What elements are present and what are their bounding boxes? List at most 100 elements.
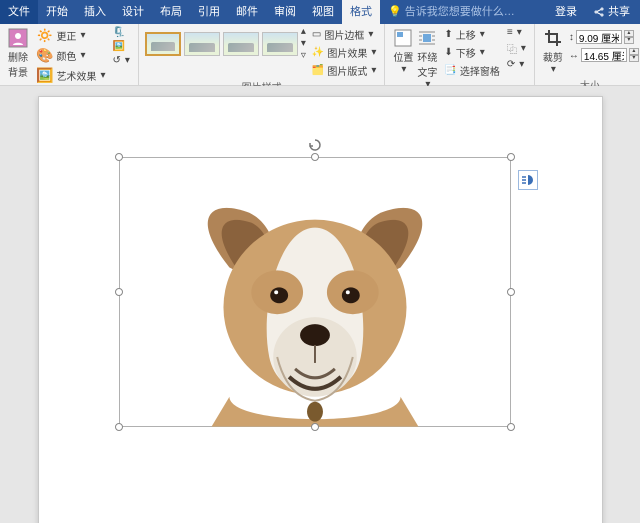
selection-pane-label: 选择窗格 xyxy=(460,63,500,78)
tab-home[interactable]: 开始 xyxy=(38,0,76,24)
resize-handle-bl[interactable] xyxy=(115,423,123,431)
align-button[interactable]: ≡▾ xyxy=(505,26,528,39)
reset-picture-button[interactable]: ↺▾ xyxy=(110,54,131,67)
remove-background-button[interactable]: 删除背景 xyxy=(6,26,30,81)
send-backward-button[interactable]: ⬇下移▾ xyxy=(442,44,501,61)
selection-pane-icon: 📑 xyxy=(444,65,456,76)
selection-pane-button[interactable]: 📑 选择窗格 xyxy=(442,62,501,79)
position-button[interactable]: 位置 ▾ xyxy=(391,26,415,77)
picture-style-4[interactable] xyxy=(262,32,298,56)
chevron-down-icon: ▾ xyxy=(368,29,373,40)
more-icon: ▿ xyxy=(301,50,306,61)
resize-handle-tl[interactable] xyxy=(115,153,123,161)
chevron-down-icon: ▾ xyxy=(401,64,406,75)
wrap-text-button[interactable]: 环绕文字 ▾ xyxy=(415,26,439,92)
group-picture-styles: ▴ ▾ ▿ ▭ 图片边框 ▾ ✨ 图片效果 ▾ 🗂️ 图片版式 xyxy=(139,24,386,85)
border-label: 图片边框 xyxy=(324,27,364,42)
tab-design[interactable]: 设计 xyxy=(114,0,152,24)
picture-layout-button[interactable]: 🗂️ 图片版式 ▾ xyxy=(310,62,378,79)
styles-scroll-down[interactable]: ▾ xyxy=(301,38,306,49)
layout-options-button[interactable] xyxy=(518,170,538,190)
height-input[interactable] xyxy=(576,30,622,44)
layout-options-icon xyxy=(521,173,535,187)
chevron-down-icon: ▾ xyxy=(517,27,522,38)
tell-me-label: 告诉我您想要做什么… xyxy=(405,0,515,24)
crop-label: 裁剪 xyxy=(543,49,563,64)
chevron-down-icon: ▾ xyxy=(521,43,526,54)
width-down[interactable]: ▾ xyxy=(629,55,639,62)
chevron-down-icon: ▾ xyxy=(371,65,376,76)
wrap-icon xyxy=(417,28,437,48)
tell-me[interactable]: 💡 告诉我您想要做什么… xyxy=(380,0,523,24)
ribbon: 删除背景 🔅 更正 ▾ 🎨 颜色 ▾ 🖼️ 艺术效果 ▾ xyxy=(0,24,640,86)
chevron-down-icon: ▾ xyxy=(519,59,524,70)
width-up[interactable]: ▴ xyxy=(629,48,639,55)
crop-icon xyxy=(543,28,563,48)
resize-handle-t[interactable] xyxy=(311,153,319,161)
width-input[interactable] xyxy=(581,48,627,62)
tab-view[interactable]: 视图 xyxy=(304,0,342,24)
height-down[interactable]: ▾ xyxy=(624,37,634,44)
remove-bg-icon xyxy=(8,28,28,48)
artistic-label: 艺术效果 xyxy=(56,68,96,83)
chevron-down-icon: ▾ xyxy=(80,50,85,61)
page xyxy=(38,96,603,523)
tab-file[interactable]: 文件 xyxy=(0,0,38,24)
align-icon: ≡ xyxy=(507,27,513,38)
corrections-button[interactable]: 🔅 更正 ▾ xyxy=(34,26,107,45)
picture-style-3[interactable] xyxy=(223,32,259,56)
effects-icon: ✨ xyxy=(312,47,324,58)
artistic-effects-button[interactable]: 🖼️ 艺术效果 ▾ xyxy=(34,66,107,85)
chevron-down-icon: ▾ xyxy=(301,38,306,49)
border-icon: ▭ xyxy=(312,29,321,40)
chevron-down-icon: ▾ xyxy=(80,30,85,41)
picture-style-1[interactable] xyxy=(145,32,181,56)
resize-handle-br[interactable] xyxy=(507,423,515,431)
tab-references[interactable]: 引用 xyxy=(190,0,228,24)
corrections-label: 更正 xyxy=(56,28,76,43)
selected-image[interactable] xyxy=(119,157,511,427)
chevron-down-icon: ▾ xyxy=(371,47,376,58)
document-area[interactable] xyxy=(0,86,640,523)
rotate-button[interactable]: ⟳▾ xyxy=(505,58,528,71)
share-label: 共享 xyxy=(608,0,630,24)
chevron-down-icon: ▾ xyxy=(480,29,485,40)
tab-review[interactable]: 审阅 xyxy=(266,0,304,24)
position-label: 位置 xyxy=(393,49,413,64)
color-button[interactable]: 🎨 颜色 ▾ xyxy=(34,46,107,65)
dog-image xyxy=(120,158,510,427)
height-up[interactable]: ▴ xyxy=(624,30,634,37)
resize-handle-tr[interactable] xyxy=(507,153,515,161)
tab-insert[interactable]: 插入 xyxy=(76,0,114,24)
resize-handle-l[interactable] xyxy=(115,288,123,296)
bring-forward-button[interactable]: ⬆上移▾ xyxy=(442,26,501,43)
tab-format[interactable]: 格式 xyxy=(342,0,380,24)
compress-icon: 🗜️ xyxy=(112,27,124,38)
width-icon: ↔ xyxy=(569,50,579,61)
color-label: 颜色 xyxy=(56,48,76,63)
chevron-down-icon: ▾ xyxy=(480,47,485,58)
styles-scroll-up[interactable]: ▴ xyxy=(301,26,306,37)
corrections-icon: 🔅 xyxy=(36,27,53,44)
layout-label: 图片版式 xyxy=(327,63,367,78)
position-icon xyxy=(393,28,413,48)
layout-icon: 🗂️ xyxy=(312,65,324,76)
group-arrange: 位置 ▾ 环绕文字 ▾ ⬆上移▾ ⬇下移▾ 📑选择窗格 ≡▾ ⿻▾ ⟳▾ 排列 xyxy=(385,24,534,85)
resize-handle-b[interactable] xyxy=(311,423,319,431)
group-button[interactable]: ⿻▾ xyxy=(505,40,528,57)
tab-mailings[interactable]: 邮件 xyxy=(228,0,266,24)
login-button[interactable]: 登录 xyxy=(547,0,585,24)
picture-effects-button[interactable]: ✨ 图片效果 ▾ xyxy=(310,44,378,61)
artistic-icon: 🖼️ xyxy=(36,67,53,84)
picture-border-button[interactable]: ▭ 图片边框 ▾ xyxy=(310,26,378,43)
styles-more[interactable]: ▿ xyxy=(301,50,306,61)
tab-layout[interactable]: 布局 xyxy=(152,0,190,24)
change-picture-button[interactable]: 🖼️ xyxy=(110,40,131,53)
rotate-handle[interactable] xyxy=(308,138,322,152)
color-icon: 🎨 xyxy=(36,47,53,64)
crop-button[interactable]: 裁剪 ▾ xyxy=(541,26,565,77)
share-button[interactable]: 共享 xyxy=(585,0,640,24)
resize-handle-r[interactable] xyxy=(507,288,515,296)
compress-button[interactable]: 🗜️ xyxy=(110,26,131,39)
picture-style-2[interactable] xyxy=(184,32,220,56)
